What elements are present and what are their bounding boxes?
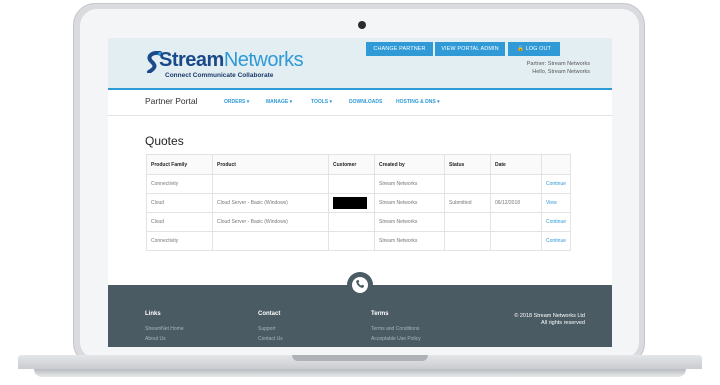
logo[interactable]: StreamNetworks Connect Communicate Colla…	[145, 47, 304, 81]
laptop-base	[0, 355, 720, 385]
nav-tools[interactable]: TOOLS ▾	[311, 99, 332, 105]
cell-product	[212, 174, 329, 194]
partner-line: Partner: Stream Networks	[526, 61, 590, 67]
table-row: Cloud Cloud Server - Basic (Windows) Str…	[146, 193, 572, 213]
lock-icon: 🔒	[516, 46, 524, 52]
cell-date	[490, 212, 542, 232]
col-status: Status	[444, 154, 491, 175]
hello-line: Hello, Stream Networks	[532, 68, 590, 75]
cell-date: 06/12/2018	[490, 193, 542, 213]
cell-date	[490, 174, 542, 194]
redacted-customer	[333, 197, 367, 209]
cell-product: Cloud Server - Basic (Windows)	[212, 193, 329, 213]
phone-icon[interactable]	[355, 279, 365, 289]
nav-hosting-dns[interactable]: HOSTING & DNS ▾	[396, 99, 440, 105]
cell-family: Cloud	[146, 193, 213, 213]
change-partner-button[interactable]: CHANGE PARTNER	[366, 42, 433, 56]
cell-date	[490, 231, 542, 251]
footer-link-aup[interactable]: Acceptable Use Policy	[371, 336, 421, 342]
logo-brand-a: Stream	[159, 49, 224, 71]
table-row: Cloud Cloud Server - Basic (Windows) Str…	[146, 212, 572, 232]
col-product: Product	[212, 154, 329, 175]
footer-link-about[interactable]: About Us	[145, 336, 166, 342]
logout-button[interactable]: 🔒 LOG OUT	[508, 42, 560, 56]
cell-status: Submitted	[444, 193, 491, 213]
camera-icon	[358, 21, 366, 29]
cell-created-by: Stream Networks	[374, 212, 445, 232]
footer-link-home[interactable]: StreamNet Home	[145, 326, 184, 332]
col-customer: Customer	[328, 154, 375, 175]
continue-link[interactable]: Continue	[546, 238, 566, 244]
main-nav: Partner Portal ORDERS ▾ MANAGE ▾ TOOLS ▾…	[108, 88, 612, 116]
laptop-base-notch	[292, 355, 428, 361]
site-header: CHANGE PARTNER VIEW PORTAL ADMIN 🔒 LOG O…	[108, 38, 612, 88]
logo-brand-b: Networks	[223, 49, 304, 71]
rights-line: All rights reserved	[540, 320, 585, 326]
page-title: Quotes	[145, 134, 184, 148]
nav-manage[interactable]: MANAGE ▾	[266, 99, 292, 105]
nav-downloads[interactable]: DOWNLOADS	[349, 99, 382, 105]
cell-status	[444, 212, 491, 232]
cell-customer	[328, 231, 375, 251]
table-row: Connectivity Stream Networks Continue	[146, 174, 572, 194]
cell-status	[444, 174, 491, 194]
copyright-line: © 2018 Stream Networks Ltd	[514, 313, 585, 319]
col-date: Date	[490, 154, 542, 175]
footer-links-heading: Links	[145, 311, 161, 317]
footer-link-contact[interactable]: Contact Us	[258, 336, 283, 342]
view-portal-admin-button[interactable]: VIEW PORTAL ADMIN	[435, 42, 505, 56]
footer-contact-heading: Contact	[258, 311, 281, 317]
cell-family: Connectivity	[146, 174, 213, 194]
nav-orders[interactable]: ORDERS ▾	[224, 99, 249, 105]
logo-text: StreamNetworks	[159, 49, 304, 72]
cell-customer	[328, 193, 375, 213]
cell-family: Cloud	[146, 212, 213, 232]
laptop-base-bottom	[34, 369, 686, 377]
cell-status	[444, 231, 491, 251]
footer-link-support[interactable]: Support	[258, 326, 276, 332]
cell-created-by: Stream Networks	[374, 174, 445, 194]
col-action	[540, 154, 572, 175]
footer-terms-heading: Terms	[371, 311, 389, 317]
col-product-family: Product Family	[146, 154, 213, 175]
cell-product: Cloud Server - Basic (Windows)	[212, 212, 329, 232]
table-header-row: Product Family Product Customer Created …	[146, 154, 572, 175]
logout-label: LOG OUT	[525, 46, 552, 52]
logo-tagline: Connect Communicate Collaborate	[165, 72, 274, 79]
cell-created-by: Stream Networks	[374, 193, 445, 213]
continue-link[interactable]: Continue	[546, 181, 566, 187]
continue-link[interactable]: Continue	[546, 219, 566, 225]
table-row: Connectivity Stream Networks Continue	[146, 231, 572, 251]
footer-link-terms[interactable]: Terms and Conditions	[371, 326, 419, 332]
nav-brand[interactable]: Partner Portal	[145, 96, 197, 106]
cell-product	[212, 231, 329, 251]
quotes-table: Product Family Product Customer Created …	[146, 154, 572, 251]
cell-created-by: Stream Networks	[374, 231, 445, 251]
col-created-by: Created by	[374, 154, 445, 175]
cell-family: Connectivity	[146, 231, 213, 251]
copyright: © 2018 Stream Networks Ltd All rights re…	[514, 313, 585, 327]
cell-customer	[328, 212, 375, 232]
partner-info: Partner: Stream Networks Hello, Stream N…	[527, 61, 590, 76]
screen: CHANGE PARTNER VIEW PORTAL ADMIN 🔒 LOG O…	[108, 38, 612, 347]
cell-customer	[328, 174, 375, 194]
view-link[interactable]: View	[546, 200, 557, 206]
